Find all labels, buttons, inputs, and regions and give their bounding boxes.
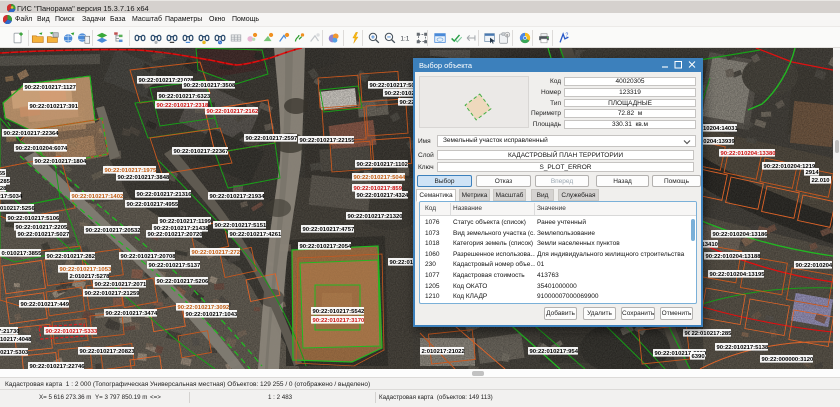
svg-text:90:22:010217:6323: 90:22:010217:6323 [159,94,211,100]
svg-text:010217:21730: 010217:21730 [0,329,20,335]
svg-text:90:22:010217:5333: 90:22:010217:5333 [46,329,98,335]
svg-text:22:010217:5256: 22:010217:5256 [0,206,35,212]
svg-text:90:22:010217:21320: 90:22:010217:21320 [348,214,404,220]
svg-text:?: ? [565,32,568,38]
svg-text:90:22:010217:272: 90:22:010217:272 [192,250,241,256]
svg-text:90:22:010204:13380: 90:22:010204:13380 [721,151,777,157]
svg-text:90:22:010217:3508: 90:22:010217:3508 [184,83,236,89]
svg-text:2:010217:21022: 2:010217:21022 [422,349,466,355]
svg-text:90:22:010217:22364: 90:22:010217:22364 [4,131,60,137]
svg-text:90:22:010204:6074: 90:22:010204:6074 [16,146,68,152]
svg-text:90:22:010217:5137: 90:22:010217:5137 [149,263,201,269]
svg-text:90:22:010217:1127: 90:22:010217:1127 [25,85,77,91]
svg-text:90:22:010217:954: 90:22:010217:954 [530,349,579,355]
svg-text:22.010: 22.010 [812,178,831,184]
svg-text:90:22:010217:4261: 90:22:010217:4261 [230,232,282,238]
svg-text:90:22:010217:5044: 90:22:010217:5044 [354,175,406,181]
svg-text:90:22:010217:21934: 90:22:010217:21934 [210,194,266,200]
svg-text:90:22:010217:5106: 90:22:010217:5106 [8,216,60,222]
svg-text:90:22:010217:2318: 90:22:010217:2318 [157,103,209,109]
svg-text:90:22:010217:4955: 90:22:010217:4955 [127,202,179,208]
svg-text:90:22:010217:2597: 90:22:010217:2597 [246,136,298,142]
svg-text:90:22:010217:5303: 90:22:010217:5303 [0,350,29,356]
svg-text:2:010217:4048: 2:010217:4048 [0,337,32,343]
svg-text:217:5028: 217:5028 [0,186,7,192]
svg-text:90:22:010217:5027: 90:22:010217:5027 [18,232,70,238]
svg-text:90:22:000000:3120: 90:22:000000:3120 [762,357,814,363]
svg-text:90:22:010204:13188: 90:22:010204:13188 [706,254,762,260]
svg-text:90:22:010217:1402: 90:22:010217:1402 [72,194,124,200]
svg-text:90:22:010217:3170: 90:22:010217:3170 [313,318,365,324]
svg-text:90:22:0102: 90:22:0102 [385,91,416,97]
svg-text:90:22:010204: 90:22:010204 [796,263,833,269]
svg-text:90:22:010217:2162: 90:22:010217:2162 [207,109,259,115]
svg-text:6390: 6390 [692,354,706,360]
svg-text:010217:5034: 010217:5034 [0,194,23,200]
svg-text:90:22:010217:5206: 90:22:010217:5206 [157,279,209,285]
svg-text:2:010217:5278: 2:010217:5278 [70,274,111,280]
svg-text:90:22:010217:1043: 90:22:010217:1043 [186,312,238,318]
svg-text:13410: 13410 [702,242,719,248]
svg-text:90:22:010217:3474: 90:22:010217:3474 [106,311,158,317]
svg-text:90:22:010217:2071: 90:22:010217:2071 [95,282,147,288]
svg-text:90:22:010217:50: 90:22:010217:50 [370,83,416,89]
svg-text:90:22:010217:391: 90:22:010217:391 [30,104,79,110]
svg-text:90:22:010217:1102: 90:22:010217:1102 [357,162,409,168]
svg-text:1:1: 1:1 [400,36,409,43]
svg-text:90:22:010217:449: 90:22:010217:449 [21,302,70,308]
svg-text:90:22:010217:3848: 90:22:010217:3848 [118,175,170,181]
svg-text:90:22:010217:20708: 90:22:010217:20708 [121,254,177,260]
svg-text:22:010217:285: 22:010217:285 [692,331,733,337]
svg-text:90:22:010217:1804: 90:22:010217:1804 [35,159,87,165]
svg-text:90:22:010217:4757: 90:22:010217:4757 [303,227,355,233]
svg-text:90:22:010217:282: 90:22:010217:282 [47,254,96,260]
svg-text:90:22:010217:22367: 90:22:010217:22367 [174,149,230,155]
svg-text:465: 465 [0,171,6,177]
svg-text:2914: 2914 [806,170,820,176]
svg-text:90:22:010217:5542: 90:22:010217:5542 [313,309,365,315]
svg-text:90:22:010217:4324: 90:22:010217:4324 [357,193,409,199]
svg-text:0:010217:3855: 0:010217:3855 [2,251,43,257]
svg-text:90:22:010217:5151: 90:22:010217:5151 [215,223,267,229]
svg-text:90:22:010217:21316: 90:22:010217:21316 [137,192,193,198]
svg-text:90:22:010204:13186: 90:22:010204:13186 [713,232,769,238]
svg-text:90:22:010217:20532: 90:22:010217:20532 [86,228,142,234]
svg-text:90:22:010217:20823: 90:22:010217:20823 [80,349,136,355]
svg-text:90:22:010217:5138: 90:22:010217:5138 [717,345,769,351]
svg-text:90:22:010217:22155: 90:22:010217:22155 [300,138,356,144]
svg-text:90:22:010204:13195: 90:22:010204:13195 [710,272,766,278]
svg-text:90:22:010217:2054: 90:22:010217:2054 [300,244,352,250]
svg-text:8: 8 [506,33,508,37]
svg-text:90:22:010217:20720: 90:22:010217:20720 [148,232,204,238]
svg-text:90:22:010217:21259: 90:22:010217:21259 [85,291,141,297]
